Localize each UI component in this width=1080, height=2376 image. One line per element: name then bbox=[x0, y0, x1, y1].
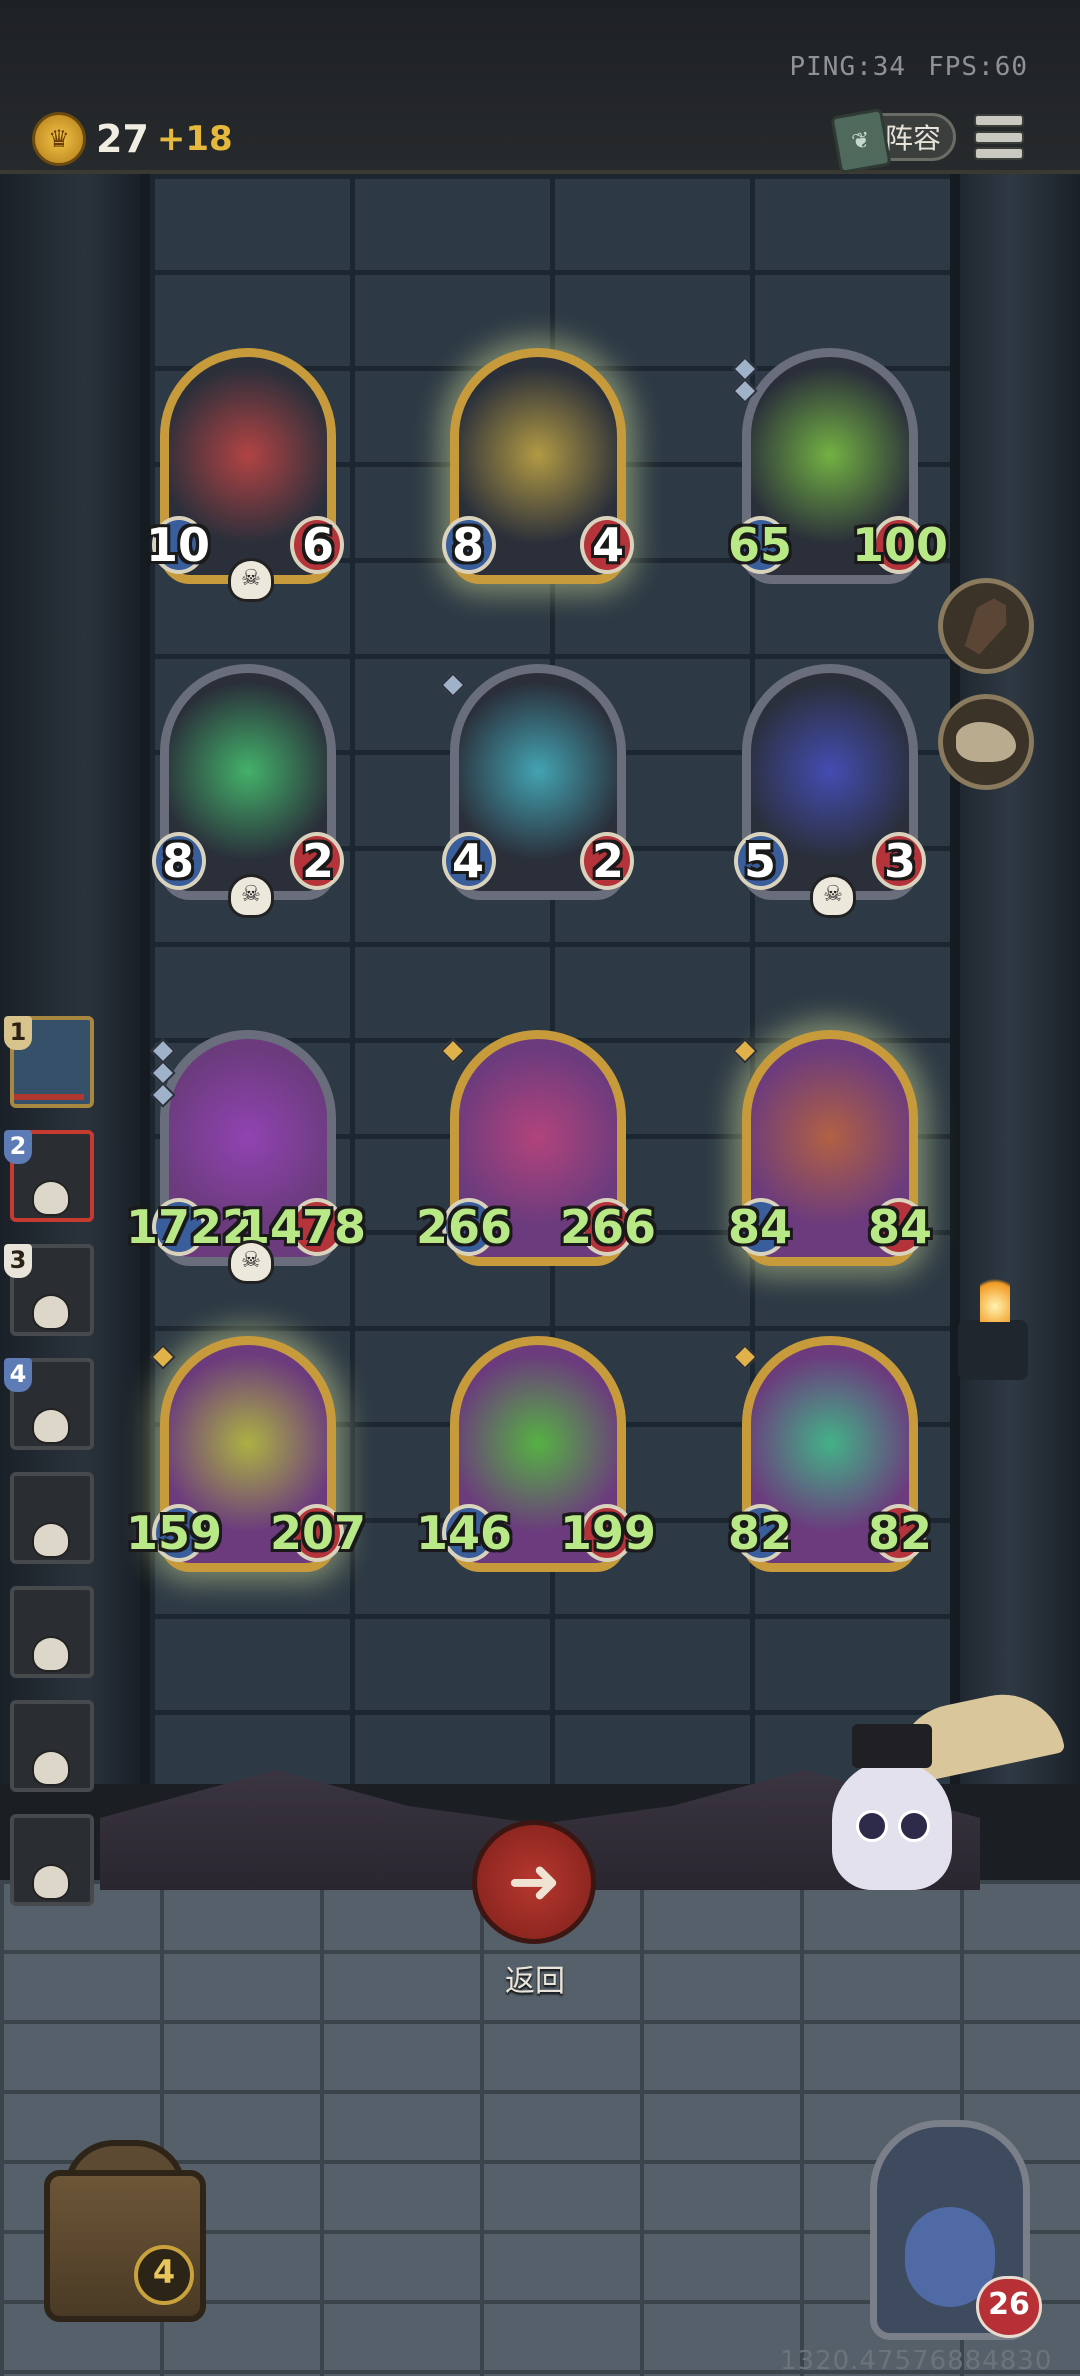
ghost-eye-right bbox=[898, 1810, 930, 1842]
roster-slot[interactable]: 2 bbox=[0, 1124, 100, 1228]
unit-card-bone-dragon[interactable]: 42 bbox=[440, 664, 634, 900]
lineup-label: 阵容 bbox=[884, 122, 941, 155]
ghost-mascot[interactable] bbox=[832, 1724, 952, 1890]
torch-holder bbox=[958, 1320, 1028, 1380]
lineup-book-icon: ❦ bbox=[830, 107, 892, 175]
health-value: 84 bbox=[867, 1200, 932, 1254]
hero-health-badge: 26 bbox=[976, 2276, 1042, 2338]
unit-card-ice-dragon[interactable]: 65 100 bbox=[728, 348, 948, 584]
fossil-skull-icon bbox=[956, 722, 1016, 762]
health-value: 4 bbox=[591, 518, 624, 572]
attack-value: 82 bbox=[728, 1506, 793, 1560]
unit-card-spirit-wolf[interactable]: 159 207 bbox=[126, 1336, 366, 1572]
lineup-button[interactable]: ❦ 阵容 bbox=[830, 107, 956, 175]
roster-slot[interactable] bbox=[0, 1580, 100, 1684]
ghost-hat bbox=[852, 1724, 932, 1768]
fps-readout: FPS:60 bbox=[928, 52, 1028, 82]
health-value: 2 bbox=[591, 834, 624, 888]
attack-value: 84 bbox=[728, 1200, 793, 1254]
coffin-button[interactable] bbox=[938, 578, 1034, 674]
rank-number: 4 bbox=[4, 1358, 32, 1392]
health-value: 3 bbox=[883, 834, 916, 888]
health-bar bbox=[14, 1094, 84, 1100]
health-value: 199 bbox=[559, 1506, 656, 1560]
torch-flame-icon bbox=[980, 1270, 1010, 1322]
unit-card-ghost-giant[interactable]: 146 199 bbox=[416, 1336, 656, 1572]
attack-value: 8 bbox=[162, 834, 195, 888]
skull-icon bbox=[32, 1864, 70, 1900]
attack-value: 4 bbox=[452, 834, 485, 888]
unit-card-apple-frog-2[interactable]: 82 82 bbox=[728, 1336, 932, 1572]
coordinate-readout: 1320.47576884830 bbox=[780, 2346, 1053, 2376]
skull-icon bbox=[32, 1750, 70, 1786]
treasure-chest-button[interactable]: 4 bbox=[14, 2130, 214, 2330]
rank-number: 1 bbox=[4, 1016, 32, 1050]
health-value: 82 bbox=[867, 1506, 932, 1560]
roster-slot[interactable]: 4 bbox=[0, 1352, 100, 1456]
roster-slot[interactable] bbox=[0, 1808, 100, 1912]
chest-level: 4 bbox=[134, 2245, 194, 2305]
roster-slot[interactable]: 1 bbox=[0, 1010, 100, 1114]
ghost-eye-left bbox=[856, 1810, 888, 1842]
back-button[interactable]: ➜ bbox=[472, 1820, 596, 1944]
gold-display: ♛ 27 +18 bbox=[32, 112, 233, 166]
fossil-button[interactable] bbox=[938, 694, 1034, 790]
skull-icon: ☠ bbox=[228, 558, 274, 602]
roster-slot[interactable] bbox=[0, 1466, 100, 1570]
attack-value: 5 bbox=[744, 834, 777, 888]
health-value: 100 bbox=[851, 518, 948, 572]
skull-icon bbox=[32, 1180, 70, 1216]
roster-slot[interactable]: 3 bbox=[0, 1238, 100, 1342]
health-value: 2 bbox=[301, 834, 334, 888]
unit-card-red-dragon-2[interactable]: 5 3 ☠ bbox=[734, 664, 926, 918]
unit-card-red-dragon-1[interactable]: 10 6 ☠ bbox=[146, 348, 344, 602]
attack-value: 266 bbox=[416, 1200, 513, 1254]
roster-slot[interactable] bbox=[0, 1694, 100, 1798]
attack-value: 65 bbox=[728, 518, 793, 572]
unit-card-green-ghost-pirate[interactable]: 1722 1478 ☠ bbox=[126, 1030, 366, 1284]
gold-amount: 27 bbox=[96, 117, 149, 161]
rank-number: 2 bbox=[4, 1130, 32, 1164]
right-pillar bbox=[940, 174, 1080, 1784]
back-arrow-icon: ➜ bbox=[507, 1845, 561, 1919]
unit-card-skeleton-ghost[interactable]: 266 266 bbox=[416, 1030, 656, 1266]
skull-icon bbox=[32, 1294, 70, 1330]
coffin-icon bbox=[957, 593, 1014, 658]
health-value: 6 bbox=[301, 518, 334, 572]
skull-icon bbox=[32, 1636, 70, 1672]
rank-number: 3 bbox=[4, 1244, 32, 1278]
attack-value: 10 bbox=[146, 518, 211, 572]
skull-icon: ☠ bbox=[228, 874, 274, 918]
unit-card-green-dragon[interactable]: 84 bbox=[442, 348, 634, 584]
attack-value: 159 bbox=[126, 1506, 223, 1560]
skull-icon: ☠ bbox=[228, 1240, 274, 1284]
health-value: 266 bbox=[559, 1200, 656, 1254]
skull-icon bbox=[32, 1408, 70, 1444]
health-value: 207 bbox=[269, 1506, 366, 1560]
hamburger-menu-icon[interactable] bbox=[974, 114, 1024, 160]
back-label: 返回 bbox=[505, 1964, 565, 1999]
crown-coin-icon: ♛ bbox=[32, 112, 86, 166]
network-stats: PING:34 FPS:60 bbox=[768, 52, 1029, 82]
skull-icon: ☠ bbox=[810, 874, 856, 918]
attack-value: 146 bbox=[416, 1506, 513, 1560]
unit-card-shadow-dragon[interactable]: 8 2 ☠ bbox=[152, 664, 344, 918]
unit-card-apple-frog-1[interactable]: 84 84 bbox=[728, 1030, 932, 1266]
ping-readout: PING:34 bbox=[789, 52, 907, 82]
skull-icon bbox=[32, 1522, 70, 1558]
attack-value: 8 bbox=[452, 518, 485, 572]
gold-income: +18 bbox=[156, 119, 233, 159]
